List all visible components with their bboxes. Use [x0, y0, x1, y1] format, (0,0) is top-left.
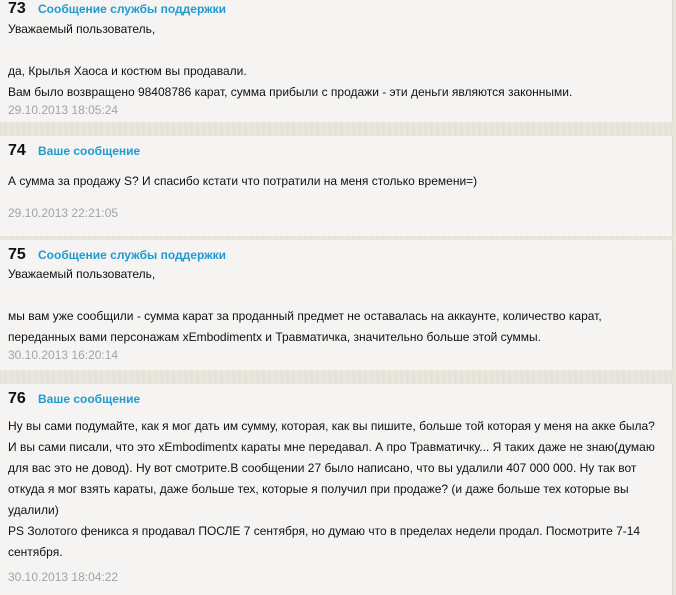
divider: [0, 122, 676, 136]
message-number: 73: [8, 0, 26, 17]
message-76: 76 Ваше сообщение Ну вы сами подумайте, …: [0, 384, 673, 595]
message-author: Ваше сообщение: [38, 144, 141, 158]
message-date: 29.10.2013 18:05:24: [8, 103, 119, 117]
message-date: 30.10.2013 18:04:22: [8, 570, 119, 584]
message-number: 74: [8, 142, 26, 159]
message-author: Сообщение службы поддержки: [38, 248, 227, 262]
message-text: Уважаемый пользователь, да, Крылья Хаоса…: [8, 22, 573, 99]
message-number: 76: [8, 390, 26, 407]
message-74: 74 Ваше сообщение А сумма за продажу S? …: [0, 136, 673, 236]
message-author: Ваше сообщение: [38, 392, 141, 406]
message-75: 75 Сообщение службы поддержки Уважаемый …: [0, 240, 673, 370]
message-text: Ну вы сами подумайте, как я мог дать им …: [8, 419, 655, 559]
message-author: Сообщение службы поддержки: [38, 2, 227, 16]
message-text: А сумма за продажу S? И спасибо кстати ч…: [8, 174, 478, 188]
message-number: 75: [8, 246, 26, 263]
message-text: Уважаемый пользователь, мы вам уже сообщ…: [8, 267, 602, 344]
message-date: 29.10.2013 22:21:05: [8, 206, 119, 220]
message-date: 30.10.2013 16:20:14: [8, 348, 119, 362]
message-73: 73 Сообщение службы поддержки Уважаемый …: [0, 0, 673, 122]
divider: [0, 370, 676, 384]
